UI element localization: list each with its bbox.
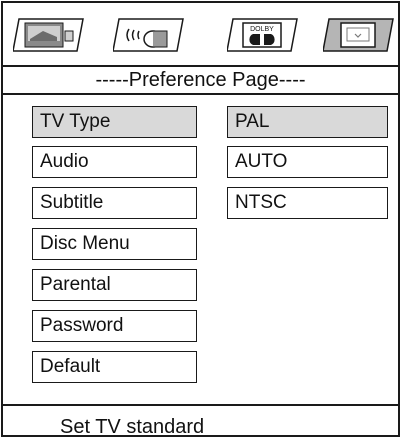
menu-item-password[interactable]: Password: [32, 310, 197, 342]
menu-item-parental[interactable]: Parental: [32, 269, 197, 301]
menu-item-tv-type[interactable]: TV Type: [32, 106, 197, 138]
status-text: Set TV standard: [60, 416, 205, 438]
option-ntsc[interactable]: NTSC: [227, 187, 388, 219]
dolby-setup-icon[interactable]: DOLBY: [227, 17, 298, 52]
menu-item-audio[interactable]: Audio: [32, 146, 197, 178]
menu-item-subtitle[interactable]: Subtitle: [32, 187, 197, 219]
option-pal[interactable]: PAL: [227, 106, 388, 138]
icon-tab-bar: DOLBY: [3, 3, 398, 67]
page-title: -----Preference Page----: [3, 67, 398, 95]
setup-menu-window: DOLBY -----Preference Page---- TV Type A…: [1, 1, 400, 439]
option-auto[interactable]: AUTO: [227, 146, 388, 178]
audio-setup-icon[interactable]: [113, 17, 184, 52]
dolby-logo-text: DOLBY: [250, 26, 274, 33]
preference-icon[interactable]: [323, 17, 394, 52]
menu-item-disc-menu[interactable]: Disc Menu: [32, 228, 197, 260]
status-bar: Set TV standard: [3, 404, 398, 439]
menu-item-default[interactable]: Default: [32, 351, 197, 383]
general-setup-icon[interactable]: [13, 17, 84, 52]
